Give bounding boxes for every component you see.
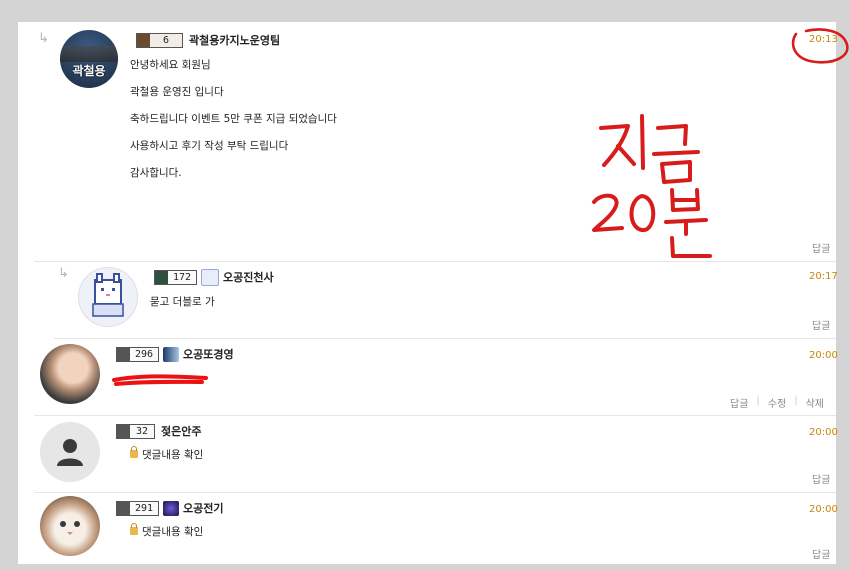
comment-time: 20:00 — [809, 427, 838, 438]
level-badge: 291 — [116, 500, 159, 516]
comment-header: 6 곽철용카지노운영팀 — [136, 32, 280, 48]
avatar[interactable] — [40, 496, 100, 556]
comment-item: 32 젖은안주 20:00 댓글내용 확인 답글 — [34, 415, 838, 493]
level-badge: 296 — [116, 346, 159, 362]
reply-arrow-icon: ↳ — [38, 31, 49, 46]
action-divider: | — [794, 395, 798, 406]
comment-line: 사용하시고 후기 작성 부탁 드립니다 — [130, 140, 289, 152]
cat-face-icon — [60, 521, 80, 535]
level-icon — [117, 501, 130, 515]
level-icon — [137, 33, 150, 47]
comment-line: 감사합니다. — [130, 167, 182, 179]
pixel-bunny-icon — [92, 273, 124, 317]
comment-time: 20:00 — [809, 504, 838, 515]
bunny-badge-icon — [201, 268, 219, 286]
level-badge: 172 — [154, 269, 197, 285]
secret-comment[interactable]: 댓글내용 확인 — [130, 446, 204, 462]
reply-button[interactable]: 답글 — [812, 471, 830, 486]
delete-button[interactable]: 삭제 — [806, 395, 824, 410]
reply-arrow-icon: ↳ — [58, 266, 69, 281]
default-user-icon — [57, 439, 83, 466]
comment-line: 묻고 더블로 가 — [150, 296, 215, 308]
comment-line: 곽철용 운영진 입니다 — [130, 86, 224, 98]
comment-header: 291 오공전기 — [116, 500, 223, 516]
reply-button[interactable]: 답글 — [812, 317, 830, 332]
galaxy-badge-icon — [163, 500, 179, 516]
comment-header: 32 젖은안주 — [116, 423, 201, 439]
level-badge: 32 — [116, 423, 155, 439]
nickname[interactable]: 오공전기 — [183, 500, 223, 516]
comment-body: 안녕하세요 회원님 곽철용 운영진 입니다 축하드립니다 이벤트 5만 쿠폰 지… — [130, 59, 630, 194]
comment-line: 안녕하세요 회원님 — [130, 59, 211, 71]
comment-body: 묻고 더블로 가 — [150, 296, 215, 323]
comment-item: ↳ 곽철용 6 곽철용카지노운영팀 20:13 안녕하세요 회원님 곽철용 운영… — [34, 22, 849, 262]
comment-header: 172 오공진천사 — [154, 268, 274, 286]
avatar[interactable]: 곽철용 — [60, 30, 118, 88]
action-divider: | — [756, 395, 760, 406]
level-badge: 6 — [136, 32, 183, 48]
profile-badge-icon — [163, 346, 179, 362]
lock-icon — [130, 446, 138, 458]
comment-item: 296 오공또경영 20:00 답글 | 수정 | 삭제 — [34, 338, 838, 416]
reply-button[interactable]: 답글 — [812, 240, 830, 255]
secret-comment-label: 댓글내용 확인 — [142, 526, 204, 538]
comment-actions: 답글 | 수정 | 삭제 — [730, 395, 824, 410]
level-icon — [155, 270, 168, 284]
secret-comment-label: 댓글내용 확인 — [142, 449, 204, 461]
comment-time: 20:00 — [809, 350, 838, 361]
nickname[interactable]: 젖은안주 — [161, 423, 201, 439]
level-icon — [117, 424, 130, 438]
comment-header: 296 오공또경영 — [116, 346, 234, 362]
avatar[interactable] — [40, 422, 100, 482]
nickname[interactable]: 오공또경영 — [183, 346, 234, 362]
handwritten-annotation — [592, 114, 712, 258]
lock-icon — [130, 523, 138, 535]
nickname[interactable]: 곽철용카지노운영팀 — [189, 32, 280, 48]
avatar[interactable] — [40, 344, 100, 404]
level-icon — [117, 347, 130, 361]
avatar-label: 곽철용 — [72, 64, 106, 78]
time-highlight-circle — [791, 28, 849, 64]
reply-button[interactable]: 답글 — [812, 546, 830, 561]
comment-time: 20:17 — [809, 271, 838, 282]
edit-button[interactable]: 수정 — [768, 395, 786, 410]
redaction-scribble — [112, 374, 208, 386]
reply-button[interactable]: 답글 — [730, 395, 748, 410]
avatar[interactable] — [78, 267, 138, 327]
comment-item: ↳ 172 오공진천사 20:17 묻고 더블로 가 답글 — [54, 261, 838, 339]
comment-item: 291 오공전기 20:00 댓글내용 확인 답글 — [34, 492, 838, 564]
nickname[interactable]: 오공진천사 — [223, 269, 274, 285]
comment-line: 축하드립니다 이벤트 5만 쿠폰 지급 되었습니다 — [130, 113, 337, 125]
comment-panel: ↳ 곽철용 6 곽철용카지노운영팀 20:13 안녕하세요 회원님 곽철용 운영… — [18, 22, 849, 564]
secret-comment[interactable]: 댓글내용 확인 — [130, 523, 204, 539]
